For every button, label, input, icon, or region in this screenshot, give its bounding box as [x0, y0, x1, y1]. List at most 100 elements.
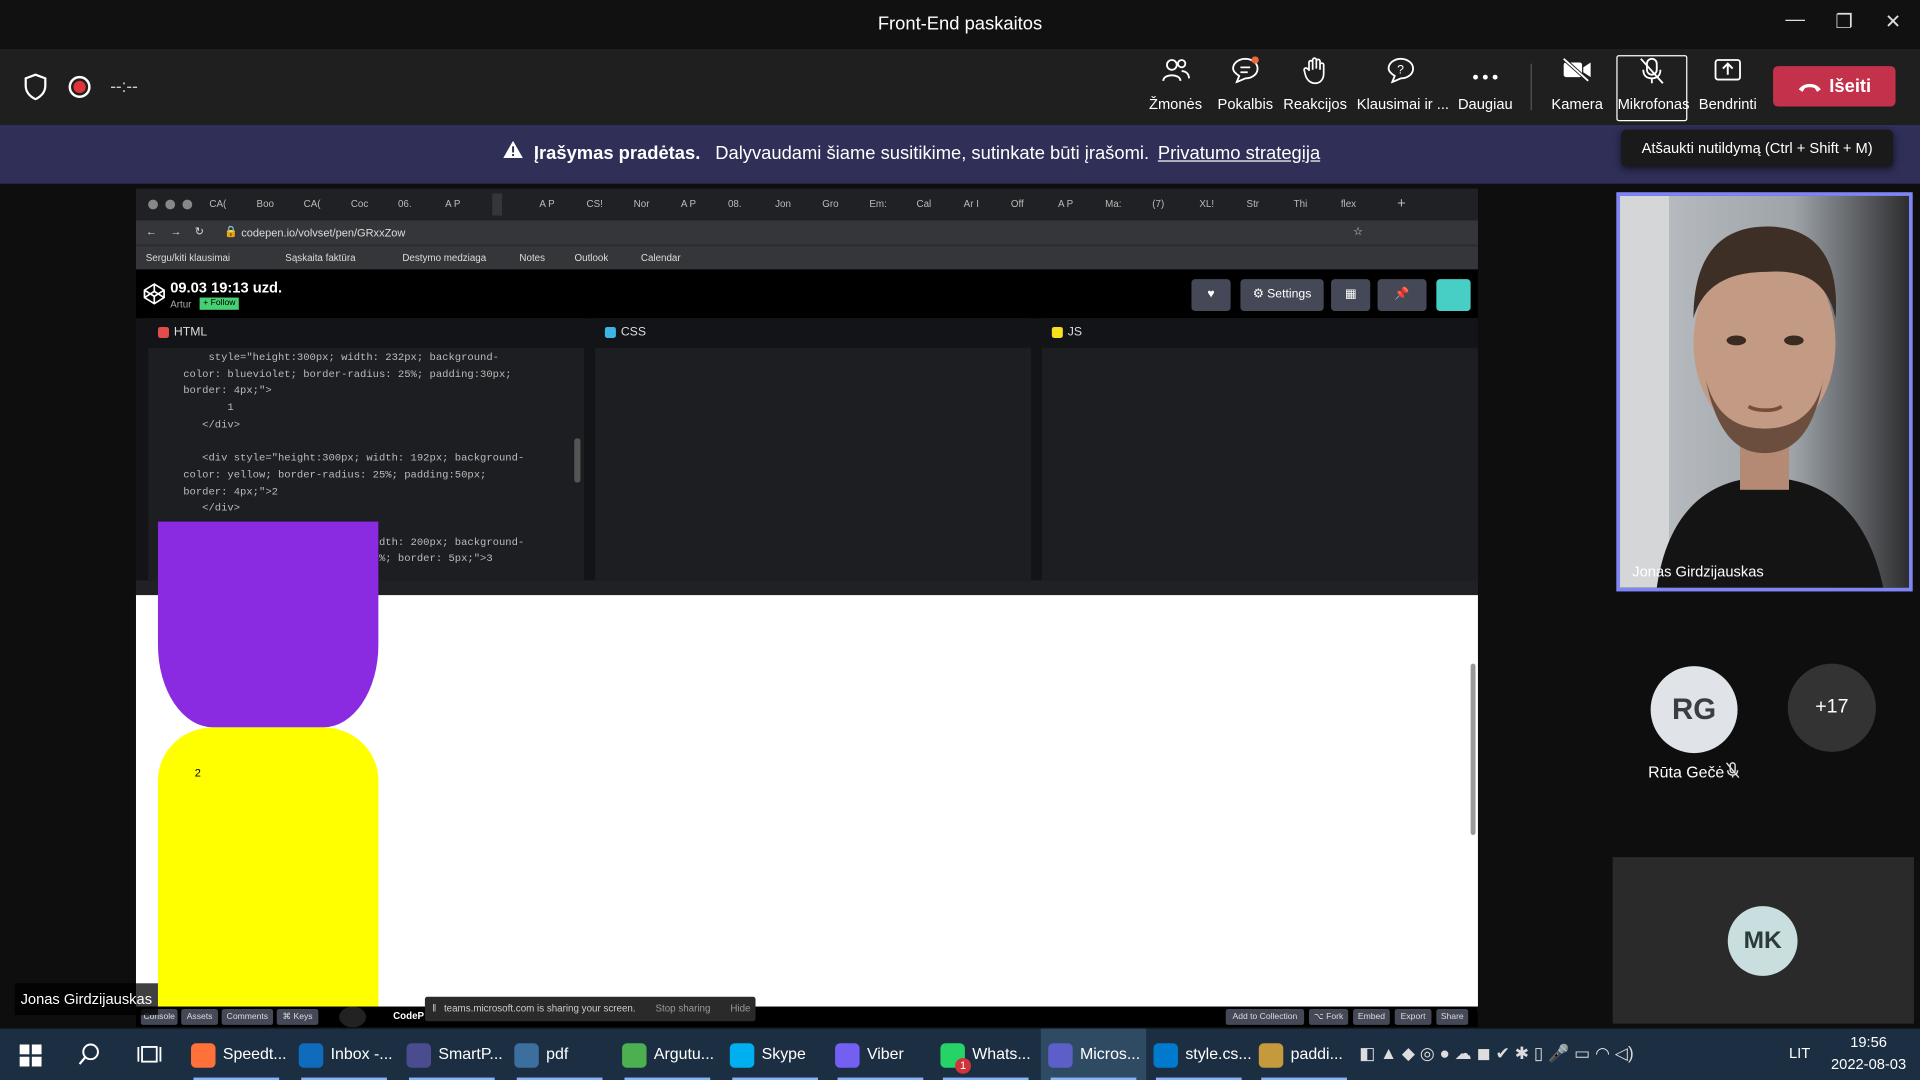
taskbar-app[interactable]: SmartP... — [399, 1029, 504, 1080]
browser-tab[interactable]: A P — [445, 193, 460, 215]
chat-button[interactable]: Pokalbis — [1206, 56, 1284, 120]
participant-tile-mk[interactable]: MK — [1612, 857, 1914, 1024]
browser-tab[interactable]: Boo — [257, 193, 274, 215]
css-panel-label: CSS — [620, 325, 647, 340]
camera-button[interactable]: Kamera — [1538, 56, 1616, 120]
footer-button[interactable]: Assets — [181, 1008, 218, 1025]
browser-tab[interactable]: A P — [681, 193, 696, 215]
search-icon[interactable] — [78, 1043, 100, 1071]
browser-tab[interactable]: Thi — [1294, 193, 1308, 215]
browser-tab[interactable]: Em: — [869, 193, 886, 215]
bookmark-item[interactable]: Sergu/kiti klausimai — [146, 252, 230, 263]
taskbar-app[interactable]: Argutu... — [615, 1029, 720, 1080]
taskbar-app[interactable]: Viber — [828, 1029, 933, 1080]
footer-button[interactable]: Comments — [221, 1008, 274, 1025]
footer-button[interactable]: Add to Collection — [1225, 1008, 1305, 1025]
code-line: </div> — [157, 418, 241, 431]
questions-button[interactable]: ? Klausimai ir ... — [1357, 56, 1449, 120]
people-button[interactable]: Žmonės — [1136, 56, 1214, 120]
browser-tab[interactable]: Str — [1247, 193, 1260, 215]
editor-scrollbar[interactable] — [574, 438, 581, 483]
footer-button[interactable]: Export — [1394, 1008, 1432, 1025]
bookmark-item[interactable]: Sąskaita faktūra — [285, 252, 355, 263]
lock-icon: 🔒 — [224, 225, 238, 238]
browser-tab[interactable]: Ar I — [964, 193, 979, 215]
browser-tab[interactable]: 08. — [728, 193, 742, 215]
reload-icon[interactable]: ↻ — [195, 225, 204, 238]
share-button[interactable]: Bendrinti — [1689, 56, 1767, 120]
pin-button[interactable]: 📌 — [1377, 279, 1427, 312]
footer-button[interactable]: Embed — [1353, 1008, 1390, 1025]
user-avatar[interactable] — [1436, 279, 1471, 312]
stop-sharing-button[interactable]: Stop sharing — [655, 1003, 710, 1014]
restore-button[interactable]: ❐ — [1829, 10, 1858, 37]
browser-tab[interactable]: Ma: — [1105, 193, 1121, 215]
taskbar-app[interactable]: Skype — [722, 1029, 827, 1080]
taskbar-app[interactable]: Inbox -... — [291, 1029, 396, 1080]
taskbar-app[interactable]: style.cs... — [1146, 1029, 1252, 1080]
microphone-button[interactable]: Mikrofonas — [1616, 55, 1689, 122]
browser-tab[interactable]: 06. — [398, 193, 412, 215]
star-icon[interactable]: ☆ — [1353, 225, 1363, 238]
browser-tab[interactable]: A P — [539, 193, 554, 215]
taskbar-app[interactable]: Micros... — [1040, 1028, 1147, 1080]
participant-avatar-rg[interactable]: RG — [1650, 666, 1738, 754]
footer-button[interactable]: ⌘ Keys — [276, 1008, 319, 1025]
close-window-button[interactable]: ✕ — [1878, 10, 1907, 37]
browser-tab[interactable]: Nor — [634, 193, 650, 215]
browser-tab[interactable] — [492, 193, 503, 216]
pen-title[interactable]: 09.03 19:13 uzd. — [170, 279, 282, 296]
browser-tab[interactable]: CA( — [209, 193, 226, 215]
more-participants-button[interactable]: +17 — [1787, 663, 1876, 752]
bookmark-item[interactable]: Notes — [519, 252, 545, 263]
window-title-bar: Front-End paskaitos — ❐ ✕ — [0, 0, 1920, 49]
browser-tab[interactable]: CA( — [304, 193, 321, 215]
browser-tab[interactable]: A P — [1058, 193, 1073, 215]
browser-tab[interactable]: Coc — [351, 193, 368, 215]
heart-button[interactable]: ♥ — [1191, 279, 1231, 312]
hide-sharing-bar-button[interactable]: Hide — [730, 1003, 750, 1014]
browser-tab[interactable]: XL! — [1199, 193, 1214, 215]
bookmark-item[interactable]: Outlook — [575, 252, 609, 263]
browser-tab[interactable]: Cal — [917, 193, 932, 215]
task-view-icon[interactable] — [137, 1043, 162, 1071]
bookmark-item[interactable]: Calendar — [641, 252, 681, 263]
leave-button[interactable]: Išeiti — [1773, 66, 1896, 107]
url-text[interactable]: codepen.io/volvset/pen/GRxxZow — [241, 227, 405, 239]
browser-tab[interactable]: flex — [1341, 193, 1356, 215]
reactions-button[interactable]: Reakcijos — [1276, 56, 1354, 120]
follow-button[interactable]: + Follow — [199, 297, 240, 310]
taskbar-app[interactable]: pdf — [507, 1029, 612, 1080]
back-icon[interactable]: ← — [146, 225, 157, 237]
preview-scrollbar[interactable] — [1470, 663, 1476, 836]
pen-author[interactable]: Artur — [170, 299, 191, 310]
taskbar-app[interactable]: paddi... — [1251, 1029, 1356, 1080]
browser-tab[interactable]: Gro — [822, 193, 838, 215]
privacy-link[interactable]: Privatumo strategija — [1158, 143, 1320, 164]
minimize-button[interactable]: — — [1780, 10, 1809, 37]
clock-date[interactable]: 2022-08-03 — [1829, 1056, 1907, 1073]
settings-button[interactable]: ⚙ Settings — [1240, 279, 1324, 312]
footer-button[interactable]: ⌥ Fork — [1308, 1008, 1349, 1025]
windows-start-icon[interactable] — [19, 1044, 42, 1072]
language-indicator[interactable]: LIT — [1789, 1044, 1810, 1061]
layout-button[interactable]: ▦ — [1331, 279, 1371, 312]
bookmark-item[interactable]: Destymo medziaga — [402, 252, 486, 263]
shield-icon[interactable] — [24, 73, 47, 101]
system-tray-icons[interactable]: ◧ ▲ ◆ ◎ ● ☁ ◼ ✔ ✱ ▯ 🎤 ▭ ◠ ◁) — [1359, 1043, 1763, 1067]
browser-tab[interactable]: Jon — [775, 193, 791, 215]
more-button[interactable]: Daugiau — [1446, 56, 1524, 120]
clock-time[interactable]: 19:56 — [1829, 1033, 1907, 1050]
taskbar-app[interactable]: Whats... 1 — [933, 1029, 1038, 1080]
footer-button[interactable]: Share — [1436, 1008, 1469, 1025]
browser-tab[interactable]: (7) — [1152, 193, 1164, 215]
forward-icon[interactable]: → — [170, 225, 181, 237]
participant-video[interactable]: Jonas Girdzijauskas — [1616, 192, 1913, 592]
taskbar-app[interactable]: Speedt... — [184, 1029, 289, 1080]
taskbar-app-label: paddi... — [1290, 1044, 1343, 1063]
browser-tab[interactable]: CS! — [587, 193, 603, 215]
browser-tab[interactable]: Off — [1011, 193, 1024, 215]
toolbar-label: Bendrinti — [1698, 95, 1757, 113]
toolbar-label: Žmonės — [1148, 95, 1203, 113]
new-tab-icon[interactable]: + — [1397, 195, 1406, 212]
